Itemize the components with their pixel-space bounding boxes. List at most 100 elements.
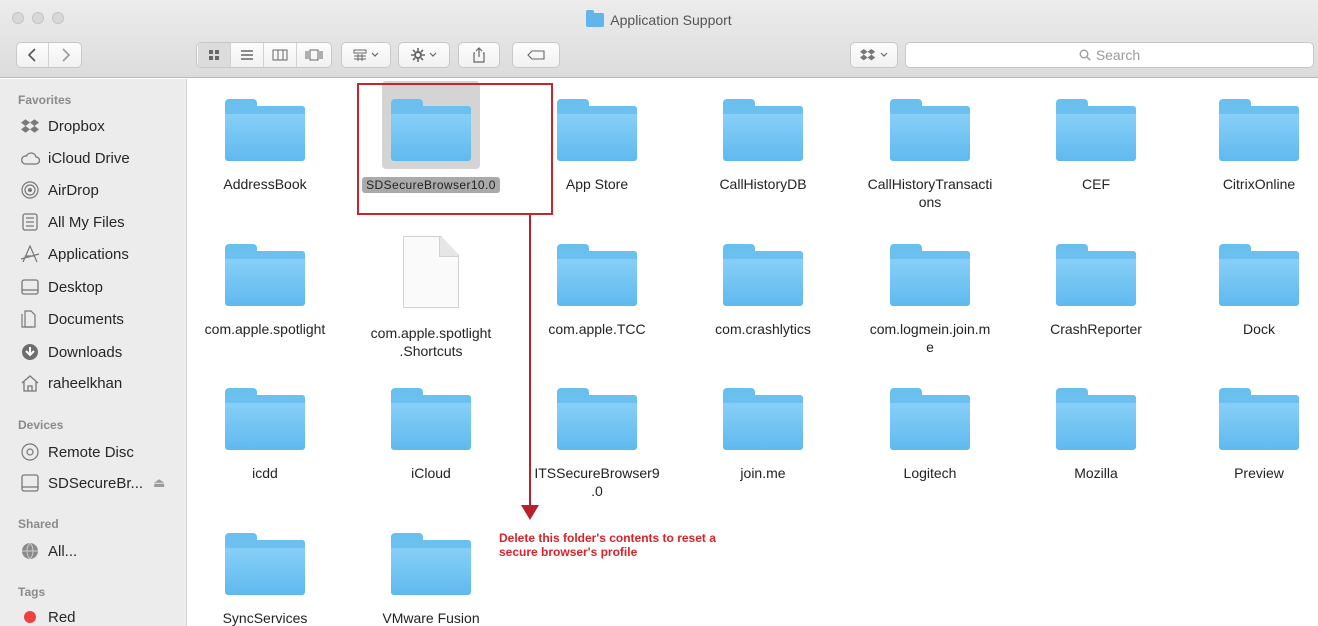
folder-item[interactable]: join.me <box>688 370 838 482</box>
folder-icon <box>723 388 803 450</box>
search-field[interactable]: Search <box>905 42 1314 68</box>
folder-item[interactable]: com.logmein.join.m e <box>855 226 1005 356</box>
item-label: CallHistoryTransacti ons <box>855 175 1005 211</box>
folder-item[interactable]: com.apple.spotlight <box>190 226 340 338</box>
item-label: com.apple.TCC <box>522 320 672 338</box>
sidebar-item-icloud-drive[interactable]: iCloud Drive <box>20 146 130 170</box>
folder-icon <box>225 244 305 306</box>
item-label-text: CEF <box>1082 176 1110 192</box>
folder-item[interactable]: iCloud <box>356 370 506 482</box>
sidebar-item-applications[interactable]: Applications <box>20 242 129 266</box>
forward-button[interactable] <box>49 43 82 67</box>
sidebar-item-home[interactable]: raheelkhan <box>20 371 122 395</box>
file-item[interactable]: com.apple.spotlight .Shortcuts <box>356 226 506 360</box>
edit-tags-button[interactable] <box>512 42 560 68</box>
item-label-text: Logitech <box>903 465 957 481</box>
cover-flow-view-icon <box>305 49 322 61</box>
share-button[interactable] <box>458 42 500 68</box>
window-toolbar: Application Support Search <box>0 0 1318 78</box>
sidebar-item-sdsecurebrowser-drive[interactable]: SDSecureBr... ⏏ <box>20 471 165 495</box>
folder-item[interactable]: SyncServices <box>190 515 340 626</box>
item-label: Dock <box>1184 320 1318 338</box>
folder-item[interactable]: Preview <box>1184 370 1318 482</box>
sidebar-item-dropbox[interactable]: Dropbox <box>20 114 105 138</box>
folder-icon <box>225 533 305 595</box>
folder-item[interactable]: com.apple.TCC <box>522 226 672 338</box>
arrange-grid-icon <box>353 49 367 61</box>
sidebar-item-desktop[interactable]: Desktop <box>20 275 103 299</box>
sidebar: Favorites Dropbox iCloud Drive AirDrop A… <box>0 79 187 626</box>
icon-wrap <box>216 226 314 314</box>
tag-icon <box>527 50 545 60</box>
home-icon <box>20 374 40 392</box>
sidebar-item-remote-disc[interactable]: Remote Disc <box>20 440 134 464</box>
folder-item[interactable]: com.crashlytics <box>688 226 838 338</box>
folder-item[interactable]: CallHistoryDB <box>688 81 838 193</box>
folder-item[interactable]: CallHistoryTransacti ons <box>855 81 1005 211</box>
sidebar-item-downloads[interactable]: Downloads <box>20 340 122 364</box>
item-label-text: App Store <box>565 176 629 192</box>
sidebar-item-label: Red <box>48 608 76 626</box>
drive-icon <box>20 474 40 492</box>
search-placeholder: Search <box>1095 47 1141 63</box>
annotation-arrow-head <box>521 505 539 520</box>
folder-item[interactable]: CrashReporter <box>1021 226 1171 338</box>
item-label-text: Mozilla <box>1074 465 1118 481</box>
icon-wrap <box>548 370 646 458</box>
documents-icon <box>20 310 40 328</box>
back-button[interactable] <box>16 43 49 67</box>
icon-wrap <box>714 370 812 458</box>
icon-wrap <box>881 81 979 169</box>
item-label: com.apple.spotlight <box>190 320 340 338</box>
list-view-button[interactable] <box>231 43 264 67</box>
folder-item[interactable]: CitrixOnline <box>1184 81 1318 193</box>
eject-icon[interactable]: ⏏ <box>153 475 165 491</box>
dropbox-menu-button[interactable] <box>850 42 898 68</box>
folder-item[interactable]: VMware Fusion <box>356 515 506 626</box>
icon-wrap <box>1047 370 1145 458</box>
column-view-button[interactable] <box>264 43 297 67</box>
folder-item[interactable]: ITSSecureBrowser9 .0 <box>522 370 672 500</box>
item-label: CitrixOnline <box>1184 175 1318 193</box>
folder-icon <box>723 99 803 161</box>
annotation-arrow-line <box>529 215 531 507</box>
icon-view-button[interactable] <box>198 43 231 67</box>
folder-item[interactable]: icdd <box>190 370 340 482</box>
sidebar-item-documents[interactable]: Documents <box>20 307 124 331</box>
item-label-text: icdd <box>252 465 278 481</box>
sidebar-item-shared-all[interactable]: All... <box>20 539 77 563</box>
item-label: VMware Fusion <box>356 609 506 626</box>
chevron-down-icon <box>371 52 379 57</box>
item-label: SyncServices <box>190 609 340 626</box>
folder-item[interactable]: Mozilla <box>1021 370 1171 482</box>
folder-item[interactable]: AddressBook <box>190 81 340 193</box>
item-label: com.apple.spotlight .Shortcuts <box>356 324 506 360</box>
item-label-text: com.apple.spotlight .Shortcuts <box>370 325 492 359</box>
folder-item[interactable]: CEF <box>1021 81 1171 193</box>
sidebar-item-all-my-files[interactable]: All My Files <box>20 210 125 234</box>
chevron-left-icon <box>27 48 36 62</box>
gear-icon <box>411 48 425 62</box>
item-label-text: Dock <box>1243 321 1275 337</box>
sidebar-item-tag-red[interactable]: Red <box>20 605 76 626</box>
folder-icon <box>890 244 970 306</box>
sidebar-item-airdrop[interactable]: AirDrop <box>20 178 99 202</box>
sidebar-item-label: Remote Disc <box>48 443 134 461</box>
dropbox-icon <box>20 117 40 135</box>
arrange-button[interactable] <box>341 42 391 68</box>
icon-wrap <box>881 226 979 314</box>
folder-item[interactable]: Logitech <box>855 370 1005 482</box>
folder-item[interactable]: Dock <box>1184 226 1318 338</box>
chevron-down-icon <box>880 52 888 57</box>
document-icon <box>403 236 459 308</box>
item-label-text: AddressBook <box>223 176 307 192</box>
item-label-text: com.apple.spotlight <box>204 321 326 337</box>
folder-icon <box>1219 99 1299 161</box>
icon-wrap <box>216 370 314 458</box>
icon-wrap <box>881 370 979 458</box>
cover-flow-view-button[interactable] <box>297 43 330 67</box>
item-label-text: ITSSecureBrowser9 .0 <box>534 465 660 499</box>
item-label-text: VMware Fusion <box>382 610 480 626</box>
dropbox-icon <box>860 48 876 61</box>
action-button[interactable] <box>398 42 450 68</box>
